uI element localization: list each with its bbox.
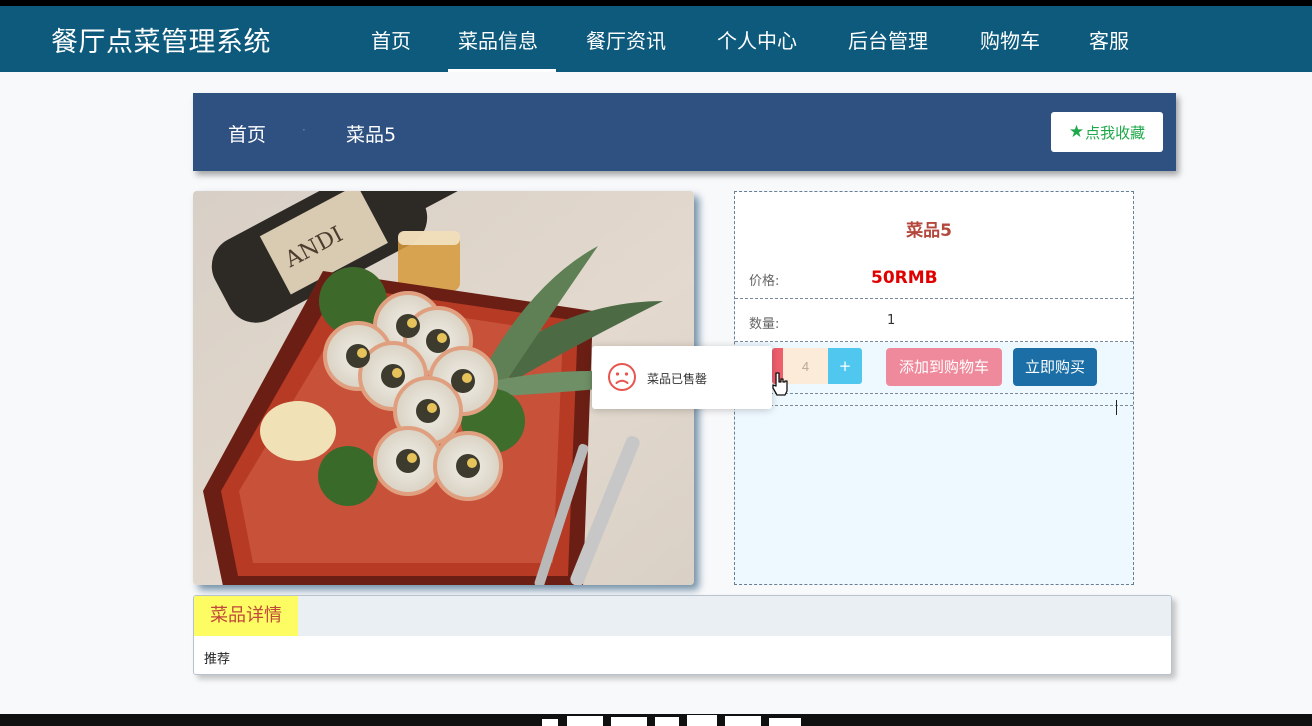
sad-face-icon	[607, 362, 637, 396]
price-label: 价格:	[749, 274, 780, 289]
divider	[735, 341, 1133, 342]
dish-details-panel: 菜品详情 推荐	[193, 595, 1172, 675]
tab-dish-details[interactable]: 菜品详情	[194, 596, 298, 636]
quantity-label: 数量:	[749, 317, 780, 332]
sold-out-toast: 菜品已售罄	[592, 346, 772, 409]
breadcrumb-home[interactable]: 首页	[228, 120, 266, 147]
toast-message: 菜品已售罄	[647, 372, 708, 386]
add-to-cart-button[interactable]: 添加到购物车	[886, 348, 1002, 386]
app-window: 餐厅点菜管理系统 首页 菜品信息 餐厅资讯 个人中心 后台管理 购物车 客服 首…	[0, 6, 1312, 714]
breadcrumb: 首页 · 菜品5 ★ 点我收藏	[193, 93, 1176, 171]
favorite-label: 点我收藏	[1085, 123, 1146, 142]
breadcrumb-separator: ·	[302, 123, 306, 137]
favorite-button[interactable]: ★ 点我收藏	[1051, 112, 1163, 152]
hand-cursor-icon	[770, 371, 790, 401]
buy-now-button[interactable]: 立即购买	[1013, 348, 1097, 386]
divider	[735, 393, 1133, 394]
dish-info-panel: 菜品5 价格: 50RMB 数量: 1 + 添加到购物车 立即购买	[734, 191, 1134, 585]
breadcrumb-current: 菜品5	[346, 124, 397, 146]
price-value: 50RMB	[871, 268, 938, 288]
nav-news[interactable]: 餐厅资讯	[586, 25, 666, 54]
details-tab-bar	[194, 596, 1171, 636]
nav-admin[interactable]: 后台管理	[848, 25, 928, 54]
info-top-area	[735, 192, 1133, 342]
quantity-value: 1	[887, 313, 896, 328]
star-icon: ★	[1068, 122, 1085, 142]
nav-active-indicator	[448, 69, 556, 72]
bottom-overlay-shapes	[537, 712, 837, 726]
details-content: 推荐	[204, 652, 231, 667]
nav-home[interactable]: 首页	[371, 25, 411, 54]
quantity-increment-button[interactable]: +	[828, 348, 862, 384]
nav-profile[interactable]: 个人中心	[717, 25, 797, 54]
nav-cart[interactable]: 购物车	[980, 25, 1040, 54]
text-caret	[1116, 400, 1117, 415]
top-nav-bar: 餐厅点菜管理系统 首页 菜品信息 餐厅资讯 个人中心 后台管理 购物车 客服	[0, 6, 1312, 72]
divider	[735, 298, 1133, 299]
divider	[735, 405, 1133, 406]
nav-dishes[interactable]: 菜品信息	[458, 25, 538, 54]
nav-support[interactable]: 客服	[1089, 25, 1129, 54]
dish-name: 菜品5	[906, 221, 952, 241]
app-title: 餐厅点菜管理系统	[51, 27, 271, 58]
